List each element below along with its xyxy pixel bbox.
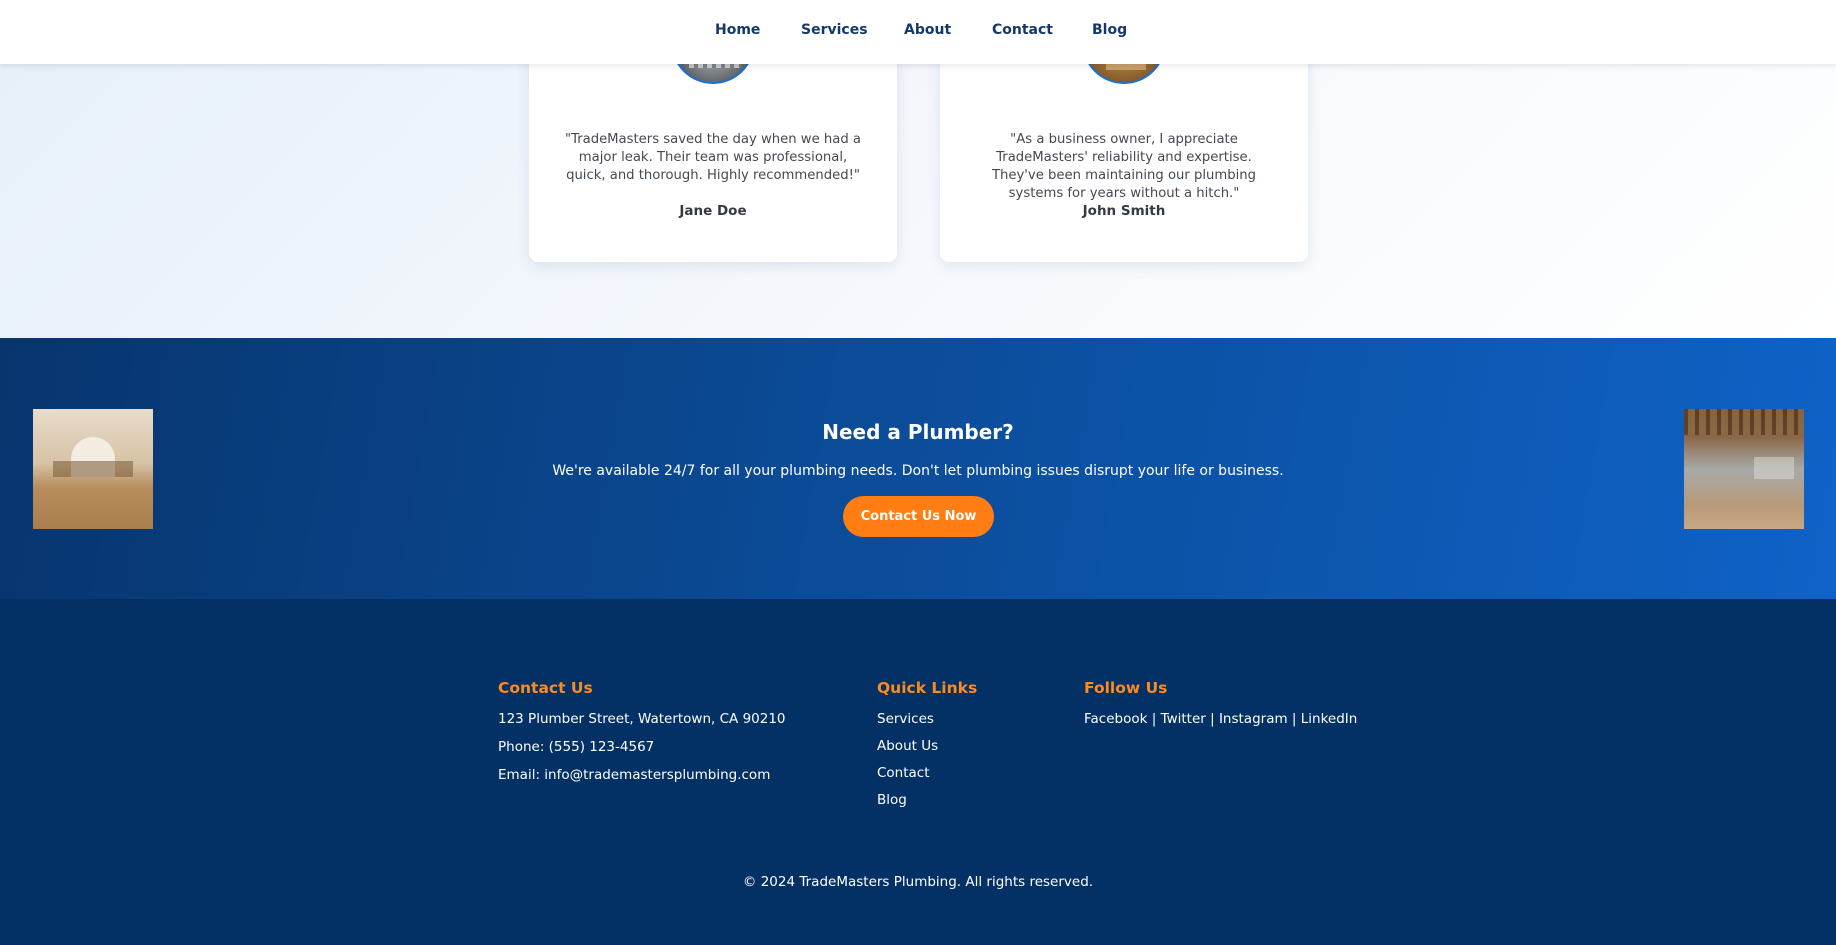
footer-copyright: © 2024 TradeMasters Plumbing. All rights…	[742, 874, 1094, 890]
footer-link-about-us[interactable]: About Us	[877, 738, 977, 754]
footer-quick-links-heading: Quick Links	[877, 679, 978, 697]
contact-us-now-button[interactable]: Contact Us Now	[843, 496, 994, 537]
footer-social-links[interactable]: Facebook | Twitter | Instagram | LinkedI…	[1084, 711, 1357, 727]
nav-link-blog[interactable]: Blog	[1092, 22, 1127, 38]
nav-link-contact[interactable]: Contact	[992, 22, 1053, 38]
testimonial-quote: "As a business owner, I appreciate Trade…	[991, 132, 1257, 201]
cta-title: Need a Plumber?	[822, 420, 1014, 444]
footer-link-services[interactable]: Services	[877, 711, 977, 727]
cta-section: Need a Plumber? We're available 24/7 for…	[0, 338, 1836, 599]
footer-contact-heading: Contact Us	[498, 679, 593, 697]
footer-contact-column: Contact Us 123 Plumber Street, Watertown…	[498, 679, 786, 795]
footer-link-contact[interactable]: Contact	[877, 765, 977, 781]
testimonial-author: Jane Doe	[679, 203, 747, 219]
footer-follow-heading: Follow Us	[1084, 679, 1168, 697]
footer-phone: Phone: (555) 123-4567	[498, 739, 655, 755]
footer-quick-links-column: Quick Links Services About Us Contact Bl…	[877, 679, 977, 819]
top-navigation: Home Services About Contact Blog	[0, 0, 1836, 64]
footer-address: 123 Plumber Street, Watertown, CA 90210	[498, 711, 786, 727]
footer-follow-column: Follow Us Facebook | Twitter | Instagram…	[1084, 679, 1357, 727]
testimonial-author: John Smith	[1082, 203, 1166, 219]
nav-link-home[interactable]: Home	[715, 22, 760, 38]
site-footer: Contact Us 123 Plumber Street, Watertown…	[0, 599, 1836, 945]
footer-email: Email: info@trademastersplumbing.com	[498, 767, 771, 783]
footer-link-blog[interactable]: Blog	[877, 792, 977, 808]
nav-link-about[interactable]: About	[904, 22, 951, 38]
nav-link-services[interactable]: Services	[801, 22, 868, 38]
testimonial-quote: "TradeMasters saved the day when we had …	[565, 132, 861, 183]
cta-text: We're available 24/7 for all your plumbi…	[552, 463, 1284, 479]
